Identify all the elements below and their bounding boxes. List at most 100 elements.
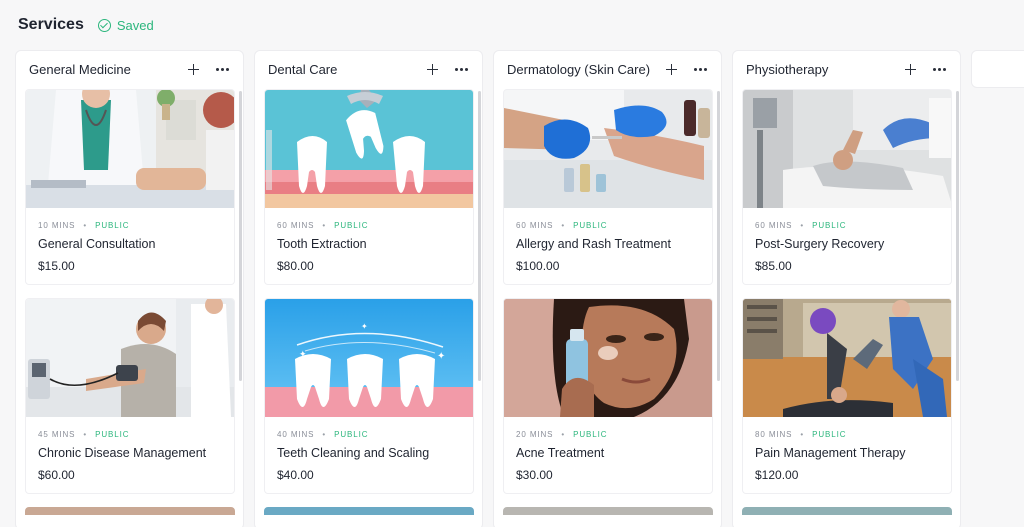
plus-icon — [187, 64, 199, 75]
column-scrollbar[interactable] — [478, 91, 481, 381]
service-visibility: PUBLIC — [334, 221, 369, 230]
service-duration: 40 MINS — [277, 430, 315, 439]
column-menu-button[interactable] — [452, 61, 470, 79]
service-name: Acne Treatment — [516, 446, 605, 460]
more-horizontal-icon — [215, 68, 229, 71]
service-card[interactable]: 60 MINS • PUBLIC Allergy and Rash Treatm… — [503, 89, 713, 285]
page-title: Services — [18, 16, 84, 33]
service-price: $15.00 — [38, 259, 75, 273]
service-visibility: PUBLIC — [334, 430, 369, 439]
add-service-button[interactable] — [662, 61, 680, 79]
column-header: General Medicine — [16, 51, 243, 88]
service-name: General Consultation — [38, 237, 156, 251]
service-image-skin-exam — [504, 90, 712, 208]
service-meta: 60 MINS • PUBLIC — [277, 221, 461, 230]
column-dermatology: Dermatology (Skin Care) 60 MINS • PUBLIC… — [493, 50, 722, 527]
service-price: $30.00 — [516, 468, 553, 482]
service-visibility: PUBLIC — [573, 221, 608, 230]
service-card[interactable]: ✦ ✦ ✦ 40 MINS • PUBLIC Teeth Cleaning an… — [264, 298, 474, 494]
service-name: Allergy and Rash Treatment — [516, 237, 671, 251]
service-card-partial[interactable] — [742, 507, 952, 515]
service-visibility: PUBLIC — [812, 430, 847, 439]
service-card[interactable]: 80 MINS • PUBLIC Pain Management Therapy… — [742, 298, 952, 494]
column-partial — [971, 50, 1024, 88]
services-board: General Medicine 10 MINS • PUBLIC Genera… — [15, 50, 1024, 527]
service-card[interactable]: 45 MINS • PUBLIC Chronic Disease Managem… — [25, 298, 235, 494]
service-image-tooth-extraction — [265, 90, 473, 208]
service-price: $85.00 — [755, 259, 792, 273]
service-meta: 60 MINS • PUBLIC — [755, 221, 939, 230]
service-card[interactable]: 10 MINS • PUBLIC General Consultation $1… — [25, 89, 235, 285]
service-image-blood-pressure — [26, 299, 234, 417]
service-duration: 60 MINS — [516, 221, 554, 230]
meta-separator: • — [83, 430, 88, 439]
service-duration: 80 MINS — [755, 430, 793, 439]
saved-label: Saved — [116, 17, 154, 33]
column-scrollbar[interactable] — [717, 91, 720, 381]
service-price: $100.00 — [516, 259, 560, 273]
service-name: Teeth Cleaning and Scaling — [277, 446, 430, 460]
service-duration: 20 MINS — [516, 430, 554, 439]
service-meta: 10 MINS • PUBLIC — [38, 221, 222, 230]
add-service-button[interactable] — [423, 61, 441, 79]
column-scrollbar[interactable] — [239, 91, 242, 381]
meta-separator: • — [322, 221, 327, 230]
column-header: Dermatology (Skin Care) — [494, 51, 721, 88]
service-meta: 80 MINS • PUBLIC — [755, 430, 939, 439]
service-card-partial[interactable] — [25, 507, 235, 515]
column-title: Dermatology (Skin Care) — [507, 62, 651, 77]
service-card-partial[interactable] — [503, 507, 713, 515]
column-scrollbar[interactable] — [956, 91, 959, 381]
check-circle-icon — [97, 18, 111, 32]
service-meta: 40 MINS • PUBLIC — [277, 430, 461, 439]
service-price: $80.00 — [277, 259, 314, 273]
add-service-button[interactable] — [901, 61, 919, 79]
column-menu-button[interactable] — [213, 61, 231, 79]
service-price: $40.00 — [277, 468, 314, 482]
column-menu-button[interactable] — [691, 61, 709, 79]
meta-separator: • — [561, 221, 566, 230]
service-duration: 10 MINS — [38, 221, 76, 230]
add-service-button[interactable] — [184, 61, 202, 79]
service-card[interactable]: 60 MINS • PUBLIC Tooth Extraction $80.00 — [264, 89, 474, 285]
column-title: Physiotherapy — [746, 62, 829, 77]
svg-text:✦: ✦ — [361, 322, 368, 331]
service-card[interactable]: 20 MINS • PUBLIC Acne Treatment $30.00 — [503, 298, 713, 494]
service-image-recovery — [743, 90, 951, 208]
service-image-doctor — [26, 90, 234, 208]
column-menu-button[interactable] — [930, 61, 948, 79]
service-duration: 45 MINS — [38, 430, 76, 439]
service-price: $60.00 — [38, 468, 75, 482]
column-dental-care: Dental Care 60 MINS • PUBLIC Tooth Extra… — [254, 50, 483, 527]
more-horizontal-icon — [454, 68, 468, 71]
service-image-therapy-ball — [743, 299, 951, 417]
service-image-skincare — [504, 299, 712, 417]
service-meta: 60 MINS • PUBLIC — [516, 221, 700, 230]
meta-separator: • — [800, 430, 805, 439]
svg-text:✦: ✦ — [299, 349, 307, 359]
column-general-medicine: General Medicine 10 MINS • PUBLIC Genera… — [15, 50, 244, 527]
meta-separator: • — [561, 430, 566, 439]
service-name: Post-Surgery Recovery — [755, 237, 885, 251]
saved-status: Saved — [97, 17, 154, 33]
more-horizontal-icon — [932, 68, 946, 71]
column-physiotherapy: Physiotherapy 60 MINS • PUBLIC Post-Surg… — [732, 50, 961, 527]
service-meta: 45 MINS • PUBLIC — [38, 430, 222, 439]
service-name: Chronic Disease Management — [38, 446, 207, 460]
service-meta: 20 MINS • PUBLIC — [516, 430, 700, 439]
meta-separator: • — [83, 221, 88, 230]
service-visibility: PUBLIC — [95, 430, 130, 439]
meta-separator: • — [322, 430, 327, 439]
service-duration: 60 MINS — [755, 221, 793, 230]
svg-text:✦: ✦ — [437, 351, 445, 362]
plus-icon — [665, 64, 677, 75]
column-header: Physiotherapy — [733, 51, 960, 88]
meta-separator: • — [800, 221, 805, 230]
service-visibility: PUBLIC — [812, 221, 847, 230]
service-name: Tooth Extraction — [277, 237, 367, 251]
service-name: Pain Management Therapy — [755, 446, 906, 460]
column-title: Dental Care — [268, 62, 338, 77]
service-image-teeth-cleaning: ✦ ✦ ✦ — [265, 299, 473, 417]
service-card[interactable]: 60 MINS • PUBLIC Post-Surgery Recovery $… — [742, 89, 952, 285]
service-card-partial[interactable] — [264, 507, 474, 515]
